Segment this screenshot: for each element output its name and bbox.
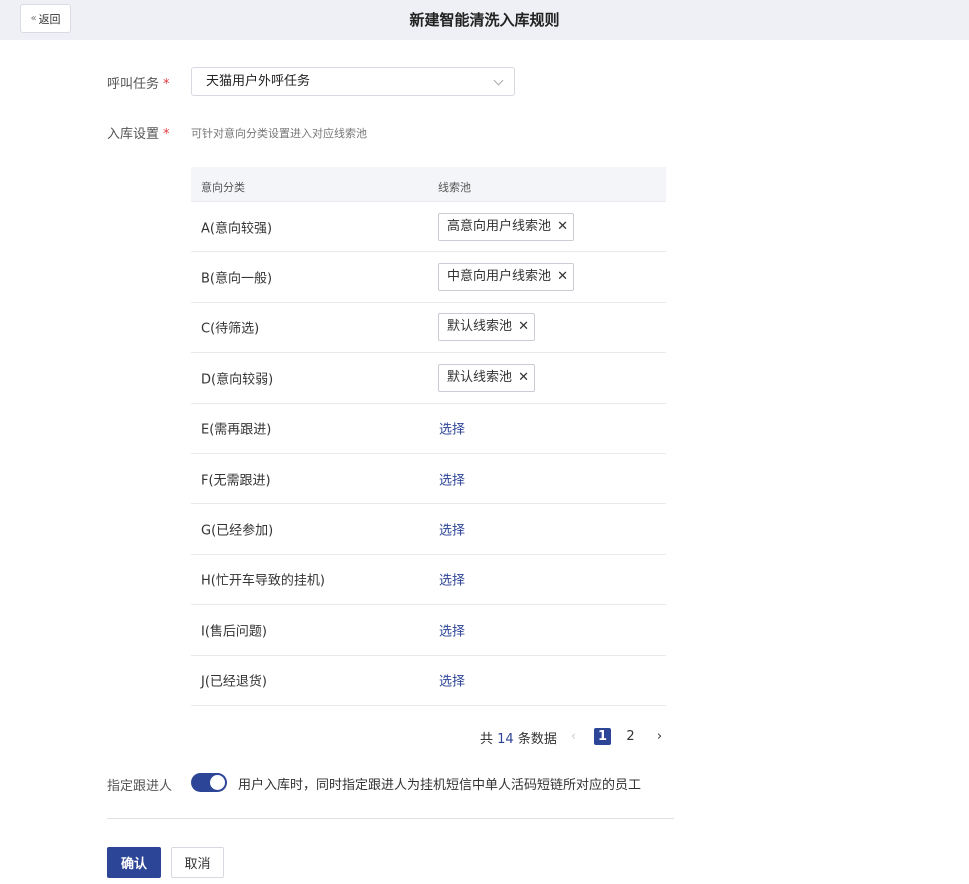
table-row: E(需再跟进) 选择 bbox=[191, 404, 666, 454]
row-category: D(意向较弱) bbox=[201, 372, 274, 388]
table-row: H(忙开车导致的挂机) 选择 bbox=[191, 555, 666, 606]
assign-description: 用户入库时，同时指定跟进人为挂机短信中单人活码短链所对应的员工 bbox=[238, 778, 642, 793]
table-row: J(已经退货) 选择 bbox=[191, 656, 666, 706]
top-bar: « 返回 新建智能清洗入库规则 bbox=[0, 0, 969, 40]
row-category: I(售后问题) bbox=[201, 624, 267, 640]
row-category: B(意向一般) bbox=[201, 271, 273, 287]
row-category: H(忙开车导致的挂机) bbox=[201, 573, 325, 589]
table-row: G(已经参加) 选择 bbox=[191, 504, 666, 555]
pool-tag-label: 默认线索池 bbox=[447, 369, 513, 385]
assign-label: 指定跟进人 bbox=[107, 779, 173, 794]
column-header-pool: 线索池 bbox=[438, 181, 471, 194]
row-category: C(待筛选) bbox=[201, 321, 260, 337]
pagination-suffix: 条数据 bbox=[517, 732, 557, 747]
table-header: 意向分类 线索池 bbox=[191, 167, 666, 202]
pool-table: 意向分类 线索池 A(意向较强) 高意向用户线索池 ✕ B(意向一般) 中意向用户线索池… bbox=[191, 167, 666, 706]
required-mark: * bbox=[163, 77, 170, 92]
close-icon[interactable]: ✕ bbox=[518, 365, 529, 391]
close-icon[interactable]: ✕ bbox=[518, 314, 529, 340]
next-page-icon[interactable]: › bbox=[651, 728, 668, 745]
row-category: F(无需跟进) bbox=[201, 473, 271, 489]
divider bbox=[107, 818, 674, 819]
cancel-button[interactable]: 取消 bbox=[171, 847, 224, 878]
column-header-category: 意向分类 bbox=[201, 181, 245, 194]
page-2-button[interactable]: 2 bbox=[622, 728, 639, 745]
prev-page-icon[interactable]: ‹ bbox=[565, 728, 582, 745]
pool-tag: 默认线索池 ✕ bbox=[438, 363, 536, 392]
assign-toggle[interactable] bbox=[191, 773, 227, 792]
row-category: E(需再跟进) bbox=[201, 422, 272, 438]
confirm-button[interactable]: 确认 bbox=[107, 847, 161, 878]
pagination-prefix: 共 bbox=[480, 732, 494, 747]
page-1-button[interactable]: 1 bbox=[594, 728, 611, 745]
row-category: J(已经退货) bbox=[201, 674, 267, 690]
table-row: F(无需跟进) 选择 bbox=[191, 454, 666, 505]
storage-hint: 可针对意向分类设置进入对应线索池 bbox=[191, 127, 367, 140]
close-icon[interactable]: ✕ bbox=[557, 264, 568, 290]
toggle-knob bbox=[210, 775, 225, 790]
task-label-text: 呼叫任务 bbox=[107, 77, 160, 92]
required-mark: * bbox=[163, 127, 170, 142]
table-row: B(意向一般) 中意向用户线索池 ✕ bbox=[191, 252, 666, 303]
table-row: I(售后问题) 选择 bbox=[191, 605, 666, 656]
storage-label-text: 入库设置 bbox=[107, 127, 160, 142]
select-pool-link[interactable]: 选择 bbox=[439, 469, 465, 488]
table-row: C(待筛选) 默认线索池 ✕ bbox=[191, 303, 666, 354]
select-pool-link[interactable]: 选择 bbox=[439, 671, 465, 690]
table-body: A(意向较强) 高意向用户线索池 ✕ B(意向一般) 中意向用户线索池 ✕ C(待筛选) 默认… bbox=[191, 202, 666, 706]
pagination-total: 共 14 条数据 bbox=[480, 728, 557, 747]
storage-label: 入库设置 * bbox=[107, 123, 170, 142]
task-label: 呼叫任务 * bbox=[107, 73, 170, 92]
select-pool-link[interactable]: 选择 bbox=[439, 570, 465, 589]
pool-tag: 默认线索池 ✕ bbox=[438, 313, 536, 342]
page-title: 新建智能清洗入库规则 bbox=[409, 11, 560, 29]
task-select[interactable]: 天猫用户外呼任务 bbox=[191, 67, 515, 96]
row-category: G(已经参加) bbox=[201, 523, 274, 539]
task-select-value: 天猫用户外呼任务 bbox=[206, 74, 311, 89]
chevron-down-icon bbox=[493, 75, 504, 86]
pagination-total-count: 14 bbox=[497, 732, 514, 747]
table-row: D(意向较弱) 默认线索池 ✕ bbox=[191, 353, 666, 404]
pool-tag-label: 中意向用户线索池 bbox=[447, 269, 552, 285]
select-pool-link[interactable]: 选择 bbox=[439, 520, 465, 539]
pool-tag: 中意向用户线索池 ✕ bbox=[438, 263, 575, 292]
row-category: A(意向较强) bbox=[201, 221, 273, 237]
pool-tag: 高意向用户线索池 ✕ bbox=[438, 212, 575, 241]
table-row: A(意向较强) 高意向用户线索池 ✕ bbox=[191, 202, 666, 253]
pool-tag-label: 默认线索池 bbox=[447, 319, 513, 335]
select-pool-link[interactable]: 选择 bbox=[439, 620, 465, 639]
pool-tag-label: 高意向用户线索池 bbox=[447, 218, 552, 234]
select-pool-link[interactable]: 选择 bbox=[439, 419, 465, 438]
close-icon[interactable]: ✕ bbox=[557, 214, 568, 240]
